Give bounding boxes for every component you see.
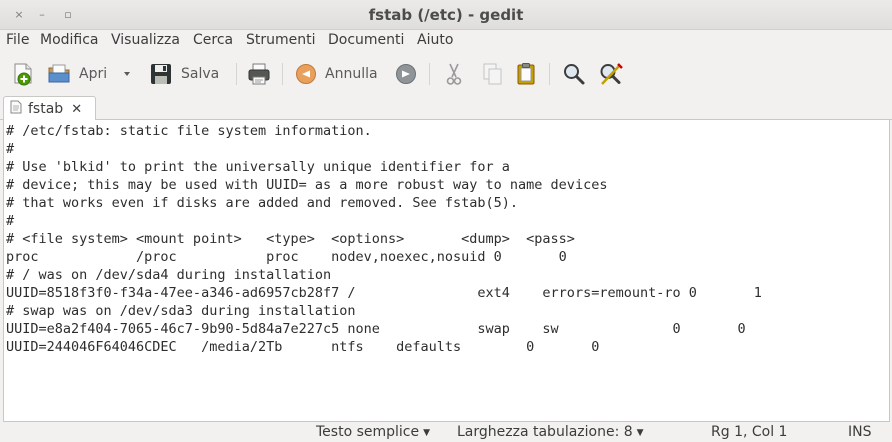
language-label: Testo semplice: [316, 424, 420, 440]
text-document-icon: [10, 100, 22, 118]
tab-fstab[interactable]: fstab ✕: [3, 96, 96, 121]
editor-line: # <file system> <mount point> <type> <op…: [6, 231, 575, 247]
menu-file[interactable]: File: [6, 32, 29, 48]
menu-strumenti[interactable]: Strumenti: [246, 32, 316, 48]
tab-close-icon[interactable]: ✕: [71, 102, 82, 117]
tab-label: fstab: [28, 101, 64, 117]
chevron-down-icon: ▼: [636, 428, 644, 438]
find-button[interactable]: [562, 59, 586, 89]
insert-mode: INS: [848, 424, 872, 440]
editor-line: # Use 'blkid' to print the universally u…: [6, 159, 510, 175]
copy-icon: [481, 62, 503, 86]
save-label: Salva: [181, 66, 220, 82]
editor-line: # that works even if disks are added and…: [6, 195, 519, 211]
cut-icon: [443, 62, 465, 86]
save-icon: [149, 62, 173, 86]
new-document-icon: [12, 62, 34, 86]
undo-icon: [295, 63, 317, 85]
document-tab-bar: fstab ✕: [0, 96, 892, 121]
paste-icon: [515, 62, 537, 86]
editor-line: #: [6, 141, 15, 157]
editor-line: # / was on /dev/sda4 during installation: [6, 267, 332, 283]
window-title: fstab (/etc) - gedit: [368, 6, 524, 24]
language-selector[interactable]: Testo semplice ▼: [316, 424, 430, 440]
open-folder-icon: [47, 63, 71, 85]
redo-icon: [395, 63, 417, 85]
toolbar: Apri Salva Annulla: [0, 55, 892, 93]
tab-width-label: Larghezza tabulazione: 8: [457, 424, 633, 440]
editor-line: # swap was on /dev/sda3 during installat…: [6, 303, 356, 319]
editor-content[interactable]: # /etc/fstab: static file system informa…: [6, 122, 762, 356]
open-label: Apri: [79, 66, 108, 82]
tab-width-selector[interactable]: Larghezza tabulazione: 8 ▼: [457, 424, 644, 440]
editor-line: # /etc/fstab: static file system informa…: [6, 123, 372, 139]
editor-line: UUID=244046F64046CDEC /media/2Tb ntfs de…: [6, 339, 600, 355]
editor-line: UUID=e8a2f404-7065-46c7-9b90-5d84a7e227c…: [6, 321, 746, 337]
menu-visualizza[interactable]: Visualizza: [111, 32, 180, 48]
find-icon: [562, 62, 586, 86]
chevron-down-icon: ▼: [423, 428, 431, 438]
paste-button[interactable]: [515, 59, 537, 89]
title-bar: × – ▫ fstab (/etc) - gedit: [0, 0, 892, 30]
text-editor[interactable]: # /etc/fstab: static file system informa…: [3, 120, 890, 422]
new-document-button[interactable]: [12, 59, 34, 89]
menu-modifica[interactable]: Modifica: [40, 32, 99, 48]
toolbar-separator: [429, 63, 430, 85]
toolbar-separator: [236, 63, 237, 85]
find-replace-button[interactable]: [598, 59, 624, 89]
status-bar: Testo semplice ▼ Larghezza tabulazione: 8…: [0, 422, 892, 442]
open-button[interactable]: Apri: [47, 59, 107, 89]
menu-bar: File Modifica Visualizza Cerca Strumenti…: [0, 30, 892, 52]
find-replace-icon: [598, 62, 624, 86]
dropdown-arrow-icon: [122, 69, 132, 79]
open-recent-dropdown[interactable]: [122, 59, 132, 89]
cursor-position: Rg 1, Col 1: [711, 424, 788, 440]
menu-cerca[interactable]: Cerca: [193, 32, 233, 48]
print-button[interactable]: [247, 59, 271, 89]
editor-line: proc /proc proc nodev,noexec,nosuid 0 0: [6, 249, 567, 265]
editor-line: UUID=8518f3f0-f34a-47ee-a346-ad6957cb28f…: [6, 285, 762, 301]
menu-documenti[interactable]: Documenti: [328, 32, 404, 48]
menu-aiuto[interactable]: Aiuto: [417, 32, 453, 48]
undo-label: Annulla: [325, 66, 378, 82]
undo-button[interactable]: Annulla: [295, 59, 378, 89]
redo-button[interactable]: [395, 59, 417, 89]
toolbar-separator: [549, 63, 550, 85]
save-button[interactable]: Salva: [149, 59, 219, 89]
editor-line: # device; this may be used with UUID= as…: [6, 177, 608, 193]
editor-line: #: [6, 213, 15, 229]
copy-button[interactable]: [481, 59, 503, 89]
toolbar-separator: [282, 63, 283, 85]
cut-button[interactable]: [443, 59, 465, 89]
print-icon: [247, 62, 271, 86]
